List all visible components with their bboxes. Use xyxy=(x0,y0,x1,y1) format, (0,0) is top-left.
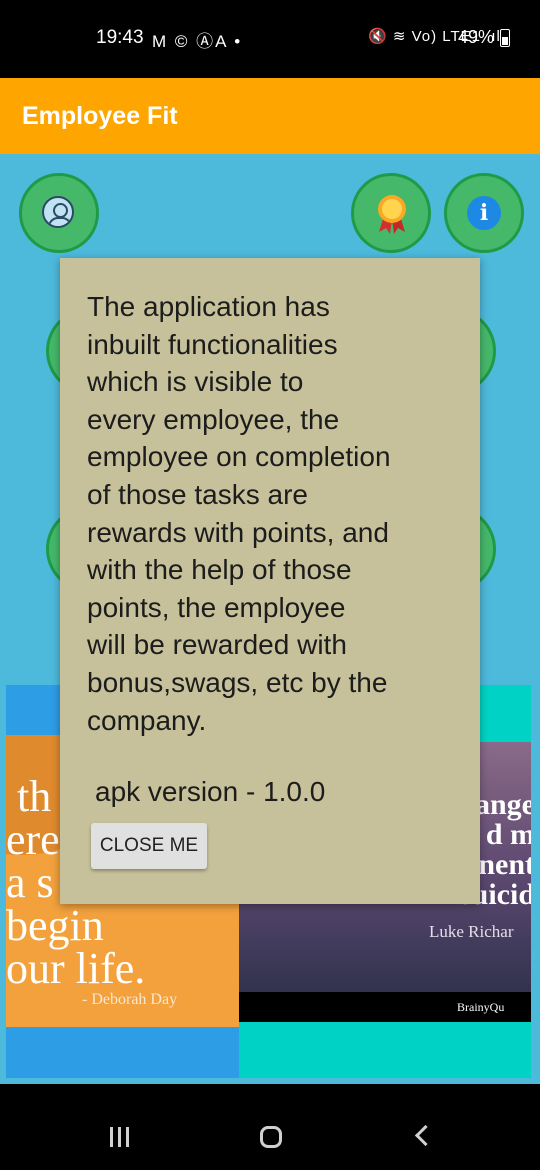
profile-icon xyxy=(42,196,74,228)
status-time: 19:43 xyxy=(96,27,144,48)
status-bar: 19:43 M © ⒶA • 🔇 ≋ Vo) LTE1 .ıl 49% xyxy=(0,0,540,78)
info-button[interactable]: i xyxy=(444,173,524,253)
quote-author-left: - Deborah Day xyxy=(82,991,178,1008)
dialog-message: The application has inbuilt functionalit… xyxy=(87,291,391,736)
quote-author-right: Luke Richar xyxy=(429,922,514,941)
about-dialog: The application has inbuilt functionalit… xyxy=(60,258,480,904)
app-title: Employee Fit xyxy=(22,102,178,130)
rewards-button[interactable] xyxy=(351,173,431,253)
app-bar: Employee Fit xyxy=(0,78,540,154)
battery-level: 49% xyxy=(458,27,495,47)
info-icon: i xyxy=(467,196,501,230)
medal-icon xyxy=(378,195,406,234)
back-icon[interactable] xyxy=(414,1124,437,1147)
quote-brand: BrainyQu xyxy=(457,1000,505,1014)
home-content: i th ere a s begin our life. - Deborah D… xyxy=(0,154,540,1084)
close-button[interactable]: CLOSE ME xyxy=(91,823,207,869)
apk-version: apk version - 1.0.0 xyxy=(95,776,326,807)
profile-button[interactable] xyxy=(19,173,99,253)
home-icon[interactable] xyxy=(260,1126,282,1148)
quote-brand-bar: BrainyQu xyxy=(239,992,531,1022)
navigation-bar xyxy=(0,1084,540,1170)
notification-icons: M © ⒶA • xyxy=(152,32,243,51)
battery-icon xyxy=(500,29,510,47)
recents-icon[interactable] xyxy=(110,1127,132,1147)
